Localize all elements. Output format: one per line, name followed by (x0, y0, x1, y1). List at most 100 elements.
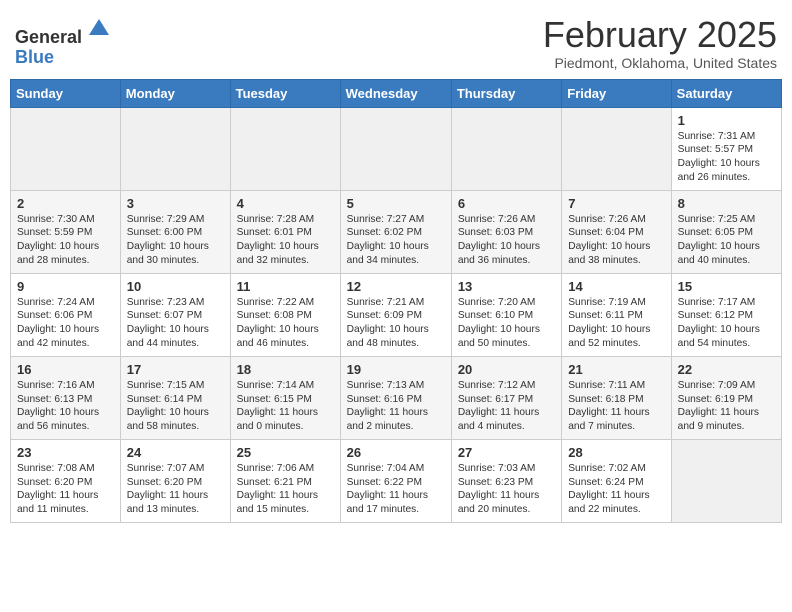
day-number: 27 (458, 445, 555, 460)
day-info: Sunrise: 7:11 AM Sunset: 6:18 PM Dayligh… (568, 379, 664, 434)
day-number: 15 (678, 279, 775, 294)
day-info: Sunrise: 7:20 AM Sunset: 6:10 PM Dayligh… (458, 296, 555, 351)
calendar-day-header: Friday (562, 79, 671, 107)
day-info: Sunrise: 7:16 AM Sunset: 6:13 PM Dayligh… (17, 379, 114, 434)
calendar-cell: 26Sunrise: 7:04 AM Sunset: 6:22 PM Dayli… (340, 439, 451, 522)
calendar-cell: 9 Sunrise: 7:24 AM Sunset: 6:06 PM Daylig… (11, 273, 121, 356)
calendar-cell: 15 Sunrise: 7:17 AM Sunset: 6:12 PM Dayli… (671, 273, 781, 356)
calendar-day-header: Sunday (11, 79, 121, 107)
calendar-cell: 22 Sunrise: 7:09 AM Sunset: 6:19 PM Dayli… (671, 356, 781, 439)
day-number: 26 (347, 445, 445, 460)
calendar-day-header: Monday (120, 79, 230, 107)
calendar-header-row: SundayMondayTuesdayWednesdayThursdayFrid… (11, 79, 782, 107)
calendar-cell: 23 Sunrise: 7:08 AM Sunset: 6:20 PM Dayli… (11, 439, 121, 522)
day-info: Sunrise: 7:14 AM Sunset: 6:15 PM Dayligh… (237, 379, 334, 434)
calendar-cell: 5 Sunrise: 7:27 AM Sunset: 6:02 PM Daylig… (340, 190, 451, 273)
day-info: Sunrise: 7:08 AM Sunset: 6:20 PM Dayligh… (17, 462, 114, 517)
day-info: Sunrise: 7:06 AM Sunset: 6:21 PM Dayligh… (237, 462, 334, 517)
calendar-cell (671, 439, 781, 522)
day-number: 13 (458, 279, 555, 294)
day-info: Sunrise: 7:27 AM Sunset: 6:02 PM Dayligh… (347, 213, 445, 268)
day-info: Sunrise: 7:07 AM Sunset: 6:20 PM Dayligh… (127, 462, 224, 517)
calendar-week-row: 16 Sunrise: 7:16 AM Sunset: 6:13 PM Dayli… (11, 356, 782, 439)
day-info: Sunrise: 7:17 AM Sunset: 6:12 PM Dayligh… (678, 296, 775, 351)
calendar-cell: 10 Sunrise: 7:23 AM Sunset: 6:07 PM Dayli… (120, 273, 230, 356)
day-number: 23 (17, 445, 114, 460)
day-number: 24 (127, 445, 224, 460)
day-info: Sunrise: 7:02 AM Sunset: 6:24 PM Dayligh… (568, 462, 664, 517)
calendar-week-row: 23 Sunrise: 7:08 AM Sunset: 6:20 PM Dayli… (11, 439, 782, 522)
logo-icon (85, 15, 113, 43)
day-number: 7 (568, 196, 664, 211)
day-number: 14 (568, 279, 664, 294)
day-number: 9 (17, 279, 114, 294)
calendar-table: SundayMondayTuesdayWednesdayThursdayFrid… (10, 79, 782, 523)
day-number: 16 (17, 362, 114, 377)
day-number: 22 (678, 362, 775, 377)
day-info: Sunrise: 7:13 AM Sunset: 6:16 PM Dayligh… (347, 379, 445, 434)
day-info: Sunrise: 7:28 AM Sunset: 6:01 PM Dayligh… (237, 213, 334, 268)
calendar-cell (11, 107, 121, 190)
calendar-cell: 12 Sunrise: 7:21 AM Sunset: 6:09 PM Dayli… (340, 273, 451, 356)
day-info: Sunrise: 7:24 AM Sunset: 6:06 PM Dayligh… (17, 296, 114, 351)
day-info: Sunrise: 7:30 AM Sunset: 5:59 PM Dayligh… (17, 213, 114, 268)
calendar-cell: 4 Sunrise: 7:28 AM Sunset: 6:01 PM Daylig… (230, 190, 340, 273)
day-number: 5 (347, 196, 445, 211)
calendar-week-row: 1 Sunrise: 7:31 AM Sunset: 5:57 PM Daylig… (11, 107, 782, 190)
day-number: 2 (17, 196, 114, 211)
day-number: 12 (347, 279, 445, 294)
month-title: February 2025 (543, 15, 777, 55)
day-number: 21 (568, 362, 664, 377)
day-info: Sunrise: 7:22 AM Sunset: 6:08 PM Dayligh… (237, 296, 334, 351)
logo-general-text: General (15, 27, 82, 47)
calendar-cell: 21 Sunrise: 7:11 AM Sunset: 6:18 PM Dayli… (562, 356, 671, 439)
calendar-cell: 28 Sunrise: 7:02 AM Sunset: 6:24 PM Dayli… (562, 439, 671, 522)
calendar-cell: 6Sunrise: 7:26 AM Sunset: 6:03 PM Daylig… (451, 190, 561, 273)
day-number: 4 (237, 196, 334, 211)
calendar-cell: 1 Sunrise: 7:31 AM Sunset: 5:57 PM Daylig… (671, 107, 781, 190)
day-info: Sunrise: 7:19 AM Sunset: 6:11 PM Dayligh… (568, 296, 664, 351)
calendar-cell: 25 Sunrise: 7:06 AM Sunset: 6:21 PM Dayli… (230, 439, 340, 522)
day-info: Sunrise: 7:25 AM Sunset: 6:05 PM Dayligh… (678, 213, 775, 268)
day-info: Sunrise: 7:09 AM Sunset: 6:19 PM Dayligh… (678, 379, 775, 434)
day-number: 3 (127, 196, 224, 211)
calendar-cell (230, 107, 340, 190)
location-text: Piedmont, Oklahoma, United States (543, 55, 777, 71)
day-info: Sunrise: 7:31 AM Sunset: 5:57 PM Dayligh… (678, 130, 775, 185)
calendar-cell: 16 Sunrise: 7:16 AM Sunset: 6:13 PM Dayli… (11, 356, 121, 439)
day-number: 8 (678, 196, 775, 211)
calendar-day-header: Thursday (451, 79, 561, 107)
calendar-day-header: Wednesday (340, 79, 451, 107)
day-number: 1 (678, 113, 775, 128)
calendar-cell: 19 Sunrise: 7:13 AM Sunset: 6:16 PM Dayli… (340, 356, 451, 439)
calendar-cell (120, 107, 230, 190)
calendar-cell: 24 Sunrise: 7:07 AM Sunset: 6:20 PM Dayli… (120, 439, 230, 522)
day-number: 20 (458, 362, 555, 377)
day-info: Sunrise: 7:23 AM Sunset: 6:07 PM Dayligh… (127, 296, 224, 351)
calendar-cell: 3Sunrise: 7:29 AM Sunset: 6:00 PM Daylig… (120, 190, 230, 273)
page-header: General Blue February 2025 Piedmont, Okl… (10, 10, 782, 71)
day-number: 10 (127, 279, 224, 294)
day-number: 18 (237, 362, 334, 377)
calendar-cell: 17Sunrise: 7:15 AM Sunset: 6:14 PM Dayli… (120, 356, 230, 439)
day-number: 28 (568, 445, 664, 460)
calendar-cell: 2 Sunrise: 7:30 AM Sunset: 5:59 PM Daylig… (11, 190, 121, 273)
calendar-week-row: 2 Sunrise: 7:30 AM Sunset: 5:59 PM Daylig… (11, 190, 782, 273)
day-info: Sunrise: 7:03 AM Sunset: 6:23 PM Dayligh… (458, 462, 555, 517)
day-info: Sunrise: 7:21 AM Sunset: 6:09 PM Dayligh… (347, 296, 445, 351)
day-number: 19 (347, 362, 445, 377)
calendar-week-row: 9 Sunrise: 7:24 AM Sunset: 6:06 PM Daylig… (11, 273, 782, 356)
calendar-cell: 7Sunrise: 7:26 AM Sunset: 6:04 PM Daylig… (562, 190, 671, 273)
day-info: Sunrise: 7:12 AM Sunset: 6:17 PM Dayligh… (458, 379, 555, 434)
day-number: 6 (458, 196, 555, 211)
calendar-cell: 13 Sunrise: 7:20 AM Sunset: 6:10 PM Dayli… (451, 273, 561, 356)
day-number: 25 (237, 445, 334, 460)
calendar-cell: 14 Sunrise: 7:19 AM Sunset: 6:11 PM Dayli… (562, 273, 671, 356)
calendar-cell (340, 107, 451, 190)
title-block: February 2025 Piedmont, Oklahoma, United… (543, 15, 777, 71)
calendar-cell: 11Sunrise: 7:22 AM Sunset: 6:08 PM Dayli… (230, 273, 340, 356)
calendar-day-header: Tuesday (230, 79, 340, 107)
logo-blue-text: Blue (15, 47, 54, 67)
calendar-day-header: Saturday (671, 79, 781, 107)
calendar-cell: 18 Sunrise: 7:14 AM Sunset: 6:15 PM Dayli… (230, 356, 340, 439)
